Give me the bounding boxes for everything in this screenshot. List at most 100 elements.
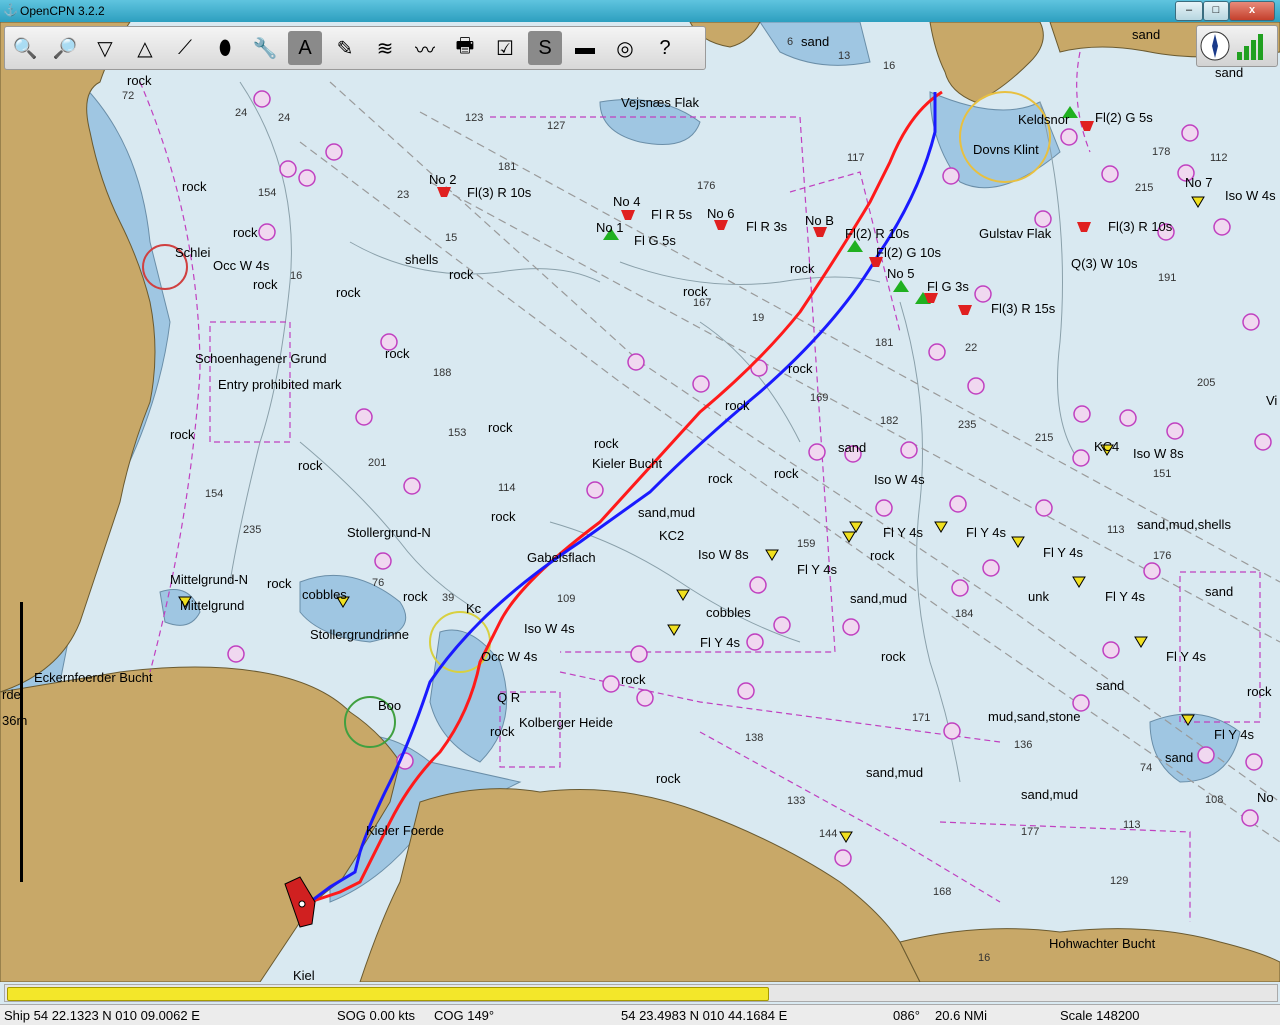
place-label-kieler-foerde: Kieler Foerde: [366, 823, 445, 838]
depth-sounding: 136: [1014, 739, 1033, 751]
light-characteristic: Iso W 8s: [1133, 446, 1184, 461]
light-characteristic: Fl Y 4s: [966, 525, 1006, 540]
distance-readout: 20.6 NMi: [935, 1008, 988, 1023]
seabed-label: rock: [774, 466, 799, 481]
wrench-icon: 🔧: [252, 37, 278, 60]
depth-sounding: 154: [258, 187, 277, 199]
route-button[interactable]: ⟋: [168, 31, 202, 65]
mark-icon: S: [538, 36, 552, 59]
tide-button[interactable]: ≋: [368, 31, 402, 65]
depth-sounding: 171: [912, 712, 931, 724]
seabed-label: sand,mud: [638, 505, 696, 520]
gps-signal-icon: [1237, 52, 1242, 60]
depth-sounding: 16: [978, 952, 991, 964]
route-manager-button[interactable]: ☑: [488, 31, 522, 65]
maximize-button[interactable]: □: [1203, 1, 1229, 21]
chart-canvas[interactable]: 72 24 24 154 23 15 16 188 153 114 201 15…: [0, 22, 1280, 982]
light-characteristic: Fl Y 4s: [1043, 545, 1083, 560]
depth-sounding: 201: [368, 457, 387, 469]
settings-button[interactable]: 🔧: [248, 31, 282, 65]
light-characteristic: Fl G 5s: [634, 233, 676, 248]
title-bar: ⚓ OpenCPN 3.2.2 – □ x: [0, 0, 1280, 22]
seabed-label: sand,mud: [1021, 787, 1079, 802]
seabed-label: rock: [170, 427, 195, 442]
depth-sounding: 168: [933, 886, 952, 898]
place-label-kiel: Kiel: [293, 968, 315, 983]
tide-icon: ≋: [376, 37, 394, 60]
track-button[interactable]: 〰: [408, 31, 442, 65]
minimize-button[interactable]: –: [1175, 1, 1203, 21]
light-characteristic: Q(3) W 10s: [1071, 256, 1138, 271]
buoy-label: No B: [805, 213, 834, 228]
mark-button[interactable]: S: [528, 31, 562, 65]
ship-position: Ship 54 22.1323 N 010 09.0062 E: [4, 1008, 200, 1023]
depth-sounding: 108: [1205, 794, 1224, 806]
text-button[interactable]: A: [288, 31, 322, 65]
place-label-kieler-bucht: Kieler Bucht: [592, 456, 663, 471]
seabed-label: rock: [182, 179, 207, 194]
chart-bar[interactable]: [4, 984, 1278, 1002]
light-characteristic: Occ W 4s: [213, 258, 270, 273]
light-characteristic: Fl(2) R 10s: [845, 226, 910, 241]
depth-sounding: 24: [278, 112, 291, 124]
depth-sounding: 178: [1152, 146, 1171, 158]
depth-sounding: 176: [1153, 550, 1172, 562]
depth-sounding: 16: [290, 270, 303, 282]
scale-out-button[interactable]: △: [128, 31, 162, 65]
auto-follow-button[interactable]: ⬮: [208, 31, 242, 65]
place-label-edge: rde: [2, 687, 21, 702]
light-characteristic: Fl Y 4s: [1166, 649, 1206, 664]
depth-sounding: 74: [1140, 762, 1153, 774]
mob-button[interactable]: ◎: [608, 31, 642, 65]
seabed-label: sand: [1205, 584, 1234, 599]
zoom-out-button[interactable]: 🔎: [48, 31, 82, 65]
depth-sounding: 23: [397, 189, 410, 201]
depth-sounding: 138: [745, 732, 764, 744]
depth-sounding: 6: [787, 36, 794, 48]
depth-sounding: 177: [1021, 826, 1040, 838]
place-label-vejsnaes: Vejsnæs Flak: [621, 95, 700, 110]
depth-sounding: 182: [880, 415, 899, 427]
seabed-label: rock: [233, 225, 258, 240]
zoom-in-button[interactable]: 🔍: [8, 31, 42, 65]
buoy-label: No: [1257, 790, 1274, 805]
seabed-label: sand,mud: [850, 591, 908, 606]
depth-sounding: 154: [205, 488, 224, 500]
place-label-schoenhagener: Schoenhagener Grund: [195, 351, 327, 366]
depth-sounding: 16: [883, 60, 896, 72]
depth-sounding: 114: [498, 482, 516, 494]
place-label-eckernfoerder: Eckernfoerder Bucht: [34, 670, 153, 685]
close-button[interactable]: x: [1229, 1, 1275, 21]
seabed-label: sand: [1165, 750, 1194, 765]
help-button[interactable]: ?: [648, 31, 682, 65]
depth-sounding: 235: [243, 524, 262, 536]
scale-in-icon: ▽: [97, 37, 113, 60]
sog-readout: SOG 0.00 kts: [337, 1008, 416, 1023]
print-button[interactable]: 🖶: [448, 31, 482, 65]
seabed-label: cobbles: [302, 587, 347, 602]
seabed-label: sand,mud: [866, 765, 924, 780]
buoy-label: No 4: [613, 194, 641, 209]
depth-sounding: 151: [1153, 468, 1172, 480]
buoy-label: Boo: [378, 698, 402, 713]
zoom-out-icon: 🔎: [52, 37, 78, 60]
current-button[interactable]: ✎: [328, 31, 362, 65]
depth-sounding: 133: [787, 795, 806, 807]
color-scheme-button[interactable]: ▬: [568, 31, 602, 65]
seabed-label: rock: [491, 509, 516, 524]
depth-sounding: 113: [1123, 819, 1141, 831]
seabed-label: rock: [336, 285, 361, 300]
light-characteristic: Fl Y 4s: [883, 525, 923, 540]
scale-bar: [20, 602, 23, 882]
scale-in-button[interactable]: ▽: [88, 31, 122, 65]
seabed-label: unk: [1028, 589, 1049, 604]
light-characteristic: Iso W 4s: [524, 621, 575, 636]
depth-sounding: 169: [810, 392, 829, 404]
depth-sounding: 72: [122, 90, 135, 102]
place-label-hohwachter: Hohwachter Bucht: [1049, 936, 1156, 951]
seabed-label: rock: [788, 361, 813, 376]
place-label-kolberger-heide: Kolberger Heide: [519, 715, 613, 730]
light-characteristic: Fl R 3s: [746, 219, 788, 234]
place-label-mittelgrund: Mittelgrund: [180, 598, 245, 613]
compass-widget[interactable]: [1196, 25, 1278, 67]
